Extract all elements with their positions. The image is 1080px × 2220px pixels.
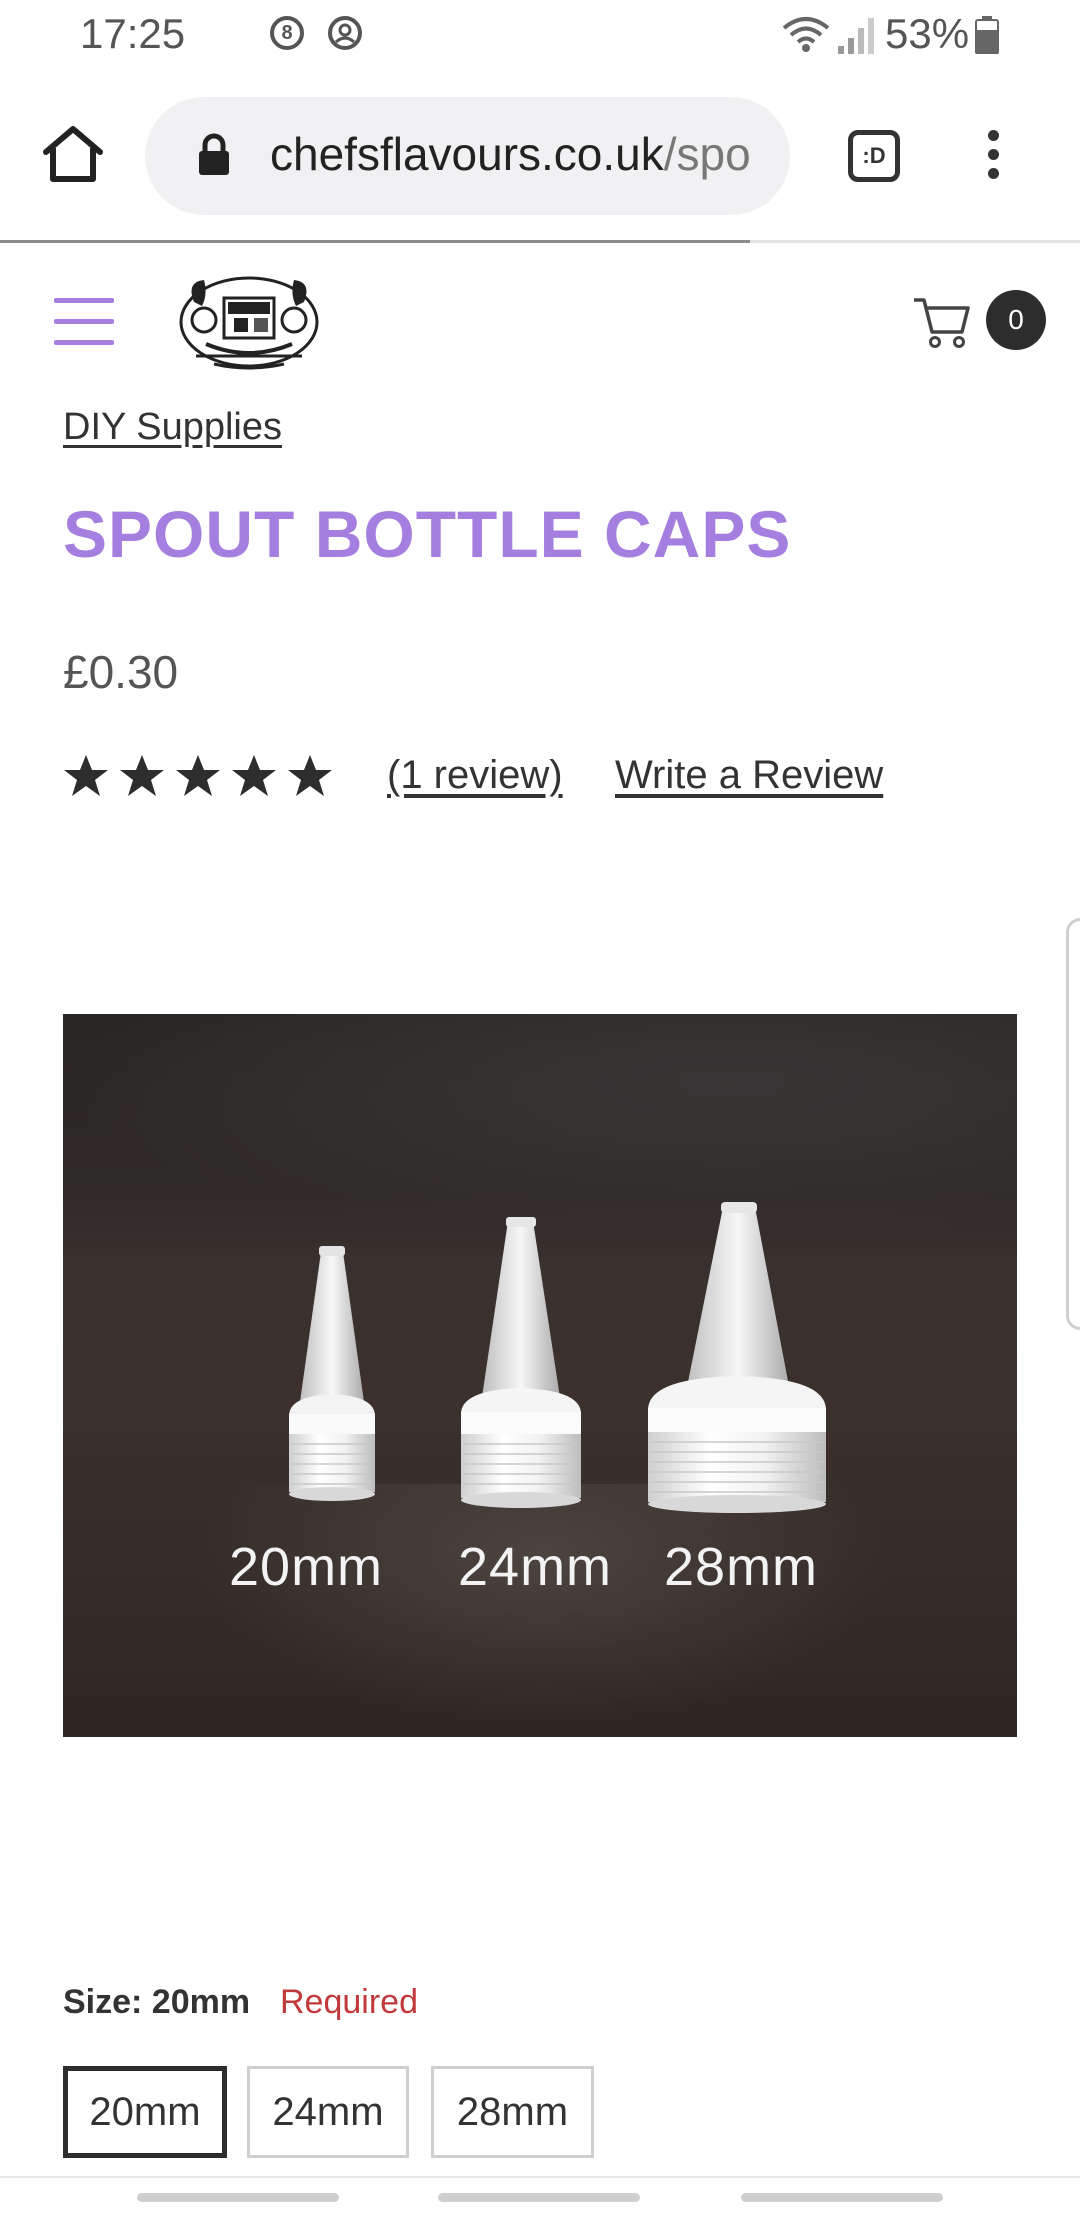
star-icon xyxy=(64,755,108,796)
size-option-24mm[interactable]: 24mm xyxy=(247,2066,409,2158)
star-icon xyxy=(288,755,332,796)
photo-caption-20mm: 20mm xyxy=(229,1537,384,1597)
wifi-icon xyxy=(782,17,830,52)
battery-percent: 53% xyxy=(885,10,970,57)
page-load-progress xyxy=(0,240,1080,243)
product-price: £0.30 xyxy=(63,646,179,698)
gesture-bar-left[interactable] xyxy=(137,2193,339,2202)
photo-caption-28mm: 28mm xyxy=(664,1537,819,1597)
account-circle-icon xyxy=(328,16,362,50)
status-time: 17:25 xyxy=(80,10,186,57)
url-domain: chefsflavours.co.uk xyxy=(270,128,664,180)
page-title: SPOUT BOTTLE CAPS xyxy=(63,497,792,571)
gesture-bar-right[interactable] xyxy=(741,2193,943,2202)
overflow-menu-icon[interactable] xyxy=(988,130,999,187)
rating-stars xyxy=(63,754,343,803)
photo-caption-24mm: 24mm xyxy=(458,1537,613,1597)
cart-icon[interactable] xyxy=(912,294,972,350)
browser-toolbar: chefsflavours.co.uk/spo :D xyxy=(0,72,1080,240)
size-option-28mm[interactable]: 28mm xyxy=(431,2066,594,2158)
notification-badge-label: 8 xyxy=(281,22,293,44)
page-load-progress-fill xyxy=(0,240,750,243)
hamburger-menu-icon[interactable] xyxy=(54,298,114,361)
status-bar: 17:25 8 53% xyxy=(0,0,1080,72)
signal-icon xyxy=(838,18,874,54)
product-image[interactable]: 20mm 24mm 28mm xyxy=(63,1014,1017,1737)
size-label: Size: 20mm xyxy=(63,1983,251,2021)
url-text: chefsflavours.co.uk/spo xyxy=(270,127,751,181)
nav-divider xyxy=(0,2176,1080,2178)
battery-icon xyxy=(975,16,999,54)
star-icon xyxy=(120,755,164,796)
home-icon[interactable] xyxy=(40,124,106,184)
cart-count-badge[interactable]: 0 xyxy=(986,290,1046,350)
tab-switcher-button[interactable]: :D xyxy=(848,130,900,182)
lock-icon xyxy=(199,133,229,175)
star-icon xyxy=(176,755,220,796)
url-path: /spo xyxy=(663,128,751,180)
breadcrumb[interactable]: DIY Supplies xyxy=(63,406,282,449)
notification-badge-icon: 8 xyxy=(270,16,304,50)
site-logo[interactable] xyxy=(176,272,322,372)
side-drawer-handle[interactable] xyxy=(1066,918,1080,1330)
size-option-20mm[interactable]: 20mm xyxy=(63,2066,227,2158)
address-bar[interactable]: chefsflavours.co.uk/spo xyxy=(145,97,790,215)
write-review-link[interactable]: Write a Review xyxy=(615,753,883,798)
review-count-link[interactable]: (1 review) xyxy=(387,753,563,798)
spout-caps-illustration xyxy=(289,1202,826,1513)
star-icon xyxy=(232,755,276,796)
size-required-label: Required xyxy=(280,1983,418,2021)
gesture-bar-home[interactable] xyxy=(438,2193,640,2202)
